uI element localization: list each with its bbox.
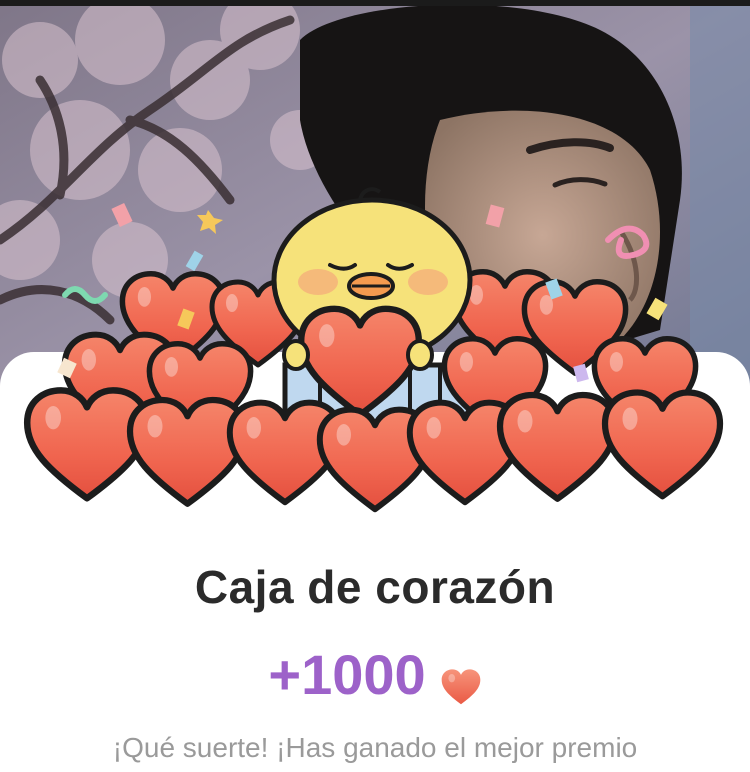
reward-amount: +1000 — [268, 643, 426, 706]
heart-icon — [440, 655, 482, 705]
heart-icon — [605, 393, 720, 497]
card-title: Caja de corazón — [194, 561, 556, 613]
heart-icon — [130, 400, 245, 504]
heart-box-illustration — [0, 187, 750, 530]
reward-amount-row: +1000 — [0, 642, 750, 707]
reward-message: ¡Qué suerte! ¡Has ganado el mejor premio — [112, 732, 638, 763]
heart-icon — [500, 395, 615, 499]
